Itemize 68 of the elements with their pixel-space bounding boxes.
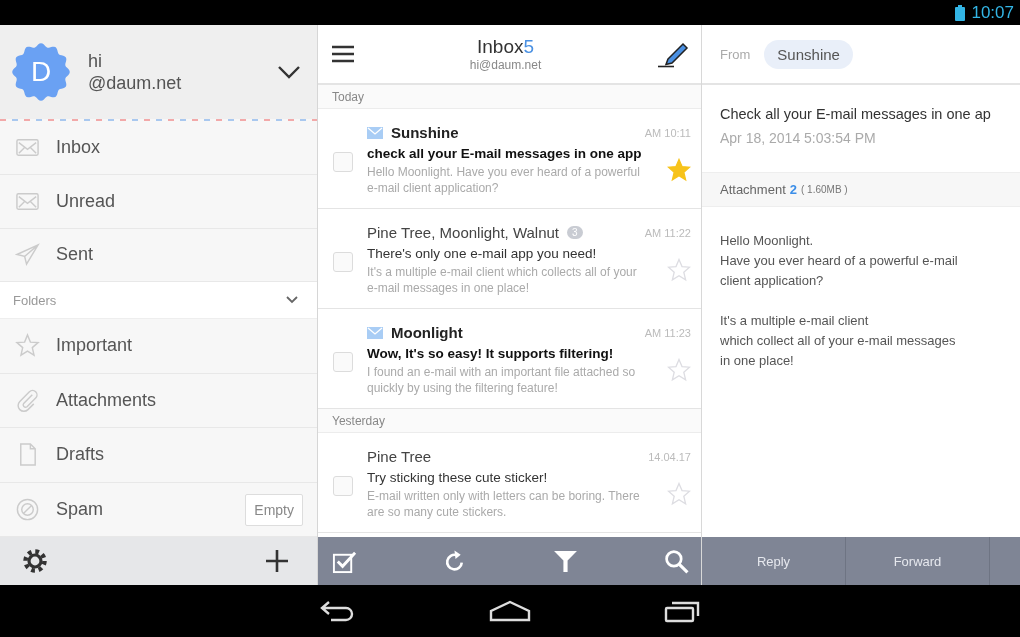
avatar: D xyxy=(12,43,70,102)
message-subject: Try sticking these cute sticker! xyxy=(367,469,549,485)
sender-name: Sunshine xyxy=(391,124,459,141)
star-outline-icon xyxy=(15,333,40,359)
paperclip-icon xyxy=(15,387,40,413)
attachment-count: 2 xyxy=(789,182,797,197)
sidebar-item[interactable]: Drafts xyxy=(0,428,317,483)
unread-count: 5 xyxy=(523,36,535,57)
message-preview: It's a multiple e-mail client which collects all of your e-mail messages in one place! xyxy=(367,263,638,296)
chevron-down-icon[interactable] xyxy=(277,65,301,80)
checkbox[interactable] xyxy=(332,351,353,372)
menu-icon[interactable] xyxy=(332,45,354,63)
message-subject: check all your E-mail messages in one app xyxy=(367,145,643,161)
message-preview: Hello Moonlight. Have you ever heard of a powerful e-mail client application? xyxy=(367,163,641,196)
sender-name: Pine Tree xyxy=(367,448,432,465)
message-preview: E-mail written only with letters can be boring. There are so many cute stickers. xyxy=(367,487,641,520)
attachment-size: ( 1.60MB ) xyxy=(801,184,848,195)
sender-chip[interactable]: Sunshine xyxy=(764,39,853,69)
date-group-label: Today xyxy=(318,85,701,109)
sender-name: Moonlight xyxy=(391,324,463,341)
date-group-label: Yesterday xyxy=(318,409,701,433)
message-time: 14.04.17 xyxy=(648,450,691,463)
envelope-icon xyxy=(367,326,383,339)
account-email: @daum.net xyxy=(88,72,183,95)
message-time: AM 11:23 xyxy=(644,326,691,339)
settings-icon[interactable] xyxy=(22,548,48,575)
email-subject: Check all your E-mail messages in one ap xyxy=(720,106,992,122)
filter-icon[interactable] xyxy=(553,548,579,574)
sidebar-item[interactable]: Important xyxy=(0,318,317,374)
message-preview: I found an e-mail with an important file attached so quickly by using the filtering feature! xyxy=(367,363,637,396)
email-body-paragraph: Hello Moonlight. Have you ever heard of a powerful e-mail client application? xyxy=(720,232,959,290)
empty-button[interactable]: Empty xyxy=(245,493,303,526)
sender-name: Pine Tree, Moonlight, Walnut xyxy=(367,224,560,241)
recent-apps-icon[interactable] xyxy=(664,599,700,623)
star-outline-icon[interactable] xyxy=(667,357,691,382)
account-name: hi xyxy=(88,50,103,73)
sidebar-item[interactable]: Attachments xyxy=(0,373,317,429)
star-outline-icon[interactable] xyxy=(667,481,691,506)
search-icon[interactable] xyxy=(663,548,689,574)
slashed-circle-icon xyxy=(15,497,40,523)
email-body-paragraph: It's a multiple e-mail client which collect all of your e-mail messages in one place! xyxy=(720,312,957,370)
home-icon[interactable] xyxy=(489,600,531,622)
clock-time: 10:07 xyxy=(971,2,1014,23)
checkbox[interactable] xyxy=(332,251,353,272)
email-date: Apr 18, 2014 5:03:54 PM xyxy=(720,130,877,146)
pen-icon[interactable] xyxy=(657,40,691,68)
star-filled-icon[interactable] xyxy=(667,157,691,182)
message-subject: Wow, It's so easy! It supports filtering! xyxy=(367,345,615,361)
message-row[interactable]: Pine Tree 14.04.17 Try sticking these cute sticker! E-mail written only with letters can be boring. There are so many cute stickers. xyxy=(318,433,701,533)
attachment-label: Attachment xyxy=(720,182,786,197)
sidebar-item[interactable]: Unread xyxy=(0,174,317,229)
battery-icon xyxy=(955,4,966,21)
star-outline-icon[interactable] xyxy=(667,257,691,282)
message-subject: There's only one e-mail app you need! xyxy=(367,245,598,261)
account-header[interactable]: D hi @daum.net xyxy=(0,25,317,120)
checkbox[interactable] xyxy=(332,151,353,172)
message-row[interactable]: Sunshine AM 10:11 check all your E-mail messages in one app Hello Moonlight. Have you ever heard of a powerful e-mail client application? xyxy=(318,109,701,209)
checkbox[interactable] xyxy=(332,475,353,496)
folder-title: Inbox xyxy=(476,36,524,57)
from-label: From xyxy=(720,46,751,62)
attachment-bar[interactable]: Attachment 2 ( 1.60MB ) xyxy=(702,172,1020,207)
paper-plane-icon xyxy=(15,242,40,268)
plus-icon[interactable] xyxy=(265,549,289,574)
sidebar-item[interactable]: Inbox xyxy=(0,121,317,175)
message-time: AM 10:11 xyxy=(644,126,691,139)
envelope-icon xyxy=(367,126,383,139)
account-address: hi@daum.net xyxy=(468,58,543,72)
message-time: AM 11:22 xyxy=(644,226,691,239)
